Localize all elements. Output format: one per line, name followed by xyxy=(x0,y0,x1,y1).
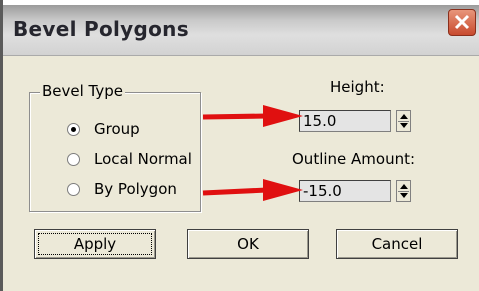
height-input[interactable]: 15.0 xyxy=(299,110,391,132)
close-icon xyxy=(454,14,470,30)
annotation-arrow-outline xyxy=(202,179,303,201)
spinner-divider xyxy=(398,121,409,122)
window-title: Bevel Polygons xyxy=(13,17,189,41)
spinner-up-icon[interactable] xyxy=(400,114,408,119)
outline-amount-spinner[interactable] xyxy=(396,180,411,202)
height-label: Height: xyxy=(330,78,385,96)
apply-button[interactable]: Apply xyxy=(34,229,156,259)
spinner-down-icon[interactable] xyxy=(400,123,408,128)
radio-by-polygon-label[interactable]: By Polygon xyxy=(94,180,177,198)
close-button[interactable] xyxy=(448,9,476,36)
radio-by-polygon-option[interactable]: By Polygon xyxy=(67,180,177,198)
cancel-button[interactable]: Cancel xyxy=(336,229,458,259)
radio-local-normal-indicator[interactable] xyxy=(67,152,80,166)
ok-button[interactable]: OK xyxy=(187,229,309,259)
outline-amount-input[interactable]: -15.0 xyxy=(299,180,391,202)
title-bar: Bevel Polygons xyxy=(3,5,479,56)
focus-rect xyxy=(38,233,152,255)
bevel-type-legend: Bevel Type xyxy=(40,82,126,100)
radio-local-normal-option[interactable]: Local Normal xyxy=(67,150,192,168)
annotation-arrow-height xyxy=(202,105,303,127)
radio-group-indicator[interactable] xyxy=(67,122,80,136)
spinner-down-icon[interactable] xyxy=(400,193,408,198)
ok-button-label[interactable]: OK xyxy=(237,235,259,253)
cancel-button-label[interactable]: Cancel xyxy=(372,235,423,253)
outline-amount-label: Outline Amount: xyxy=(292,150,416,168)
height-spinner[interactable] xyxy=(396,110,411,132)
radio-local-normal-label[interactable]: Local Normal xyxy=(94,150,192,168)
radio-group-option[interactable]: Group xyxy=(67,120,140,138)
radio-group-label[interactable]: Group xyxy=(94,120,140,138)
spinner-up-icon[interactable] xyxy=(400,184,408,189)
radio-by-polygon-indicator[interactable] xyxy=(67,182,80,196)
dialog-body: Bevel Type Group Local Normal By Polygon… xyxy=(3,56,479,291)
spinner-divider xyxy=(398,191,409,192)
